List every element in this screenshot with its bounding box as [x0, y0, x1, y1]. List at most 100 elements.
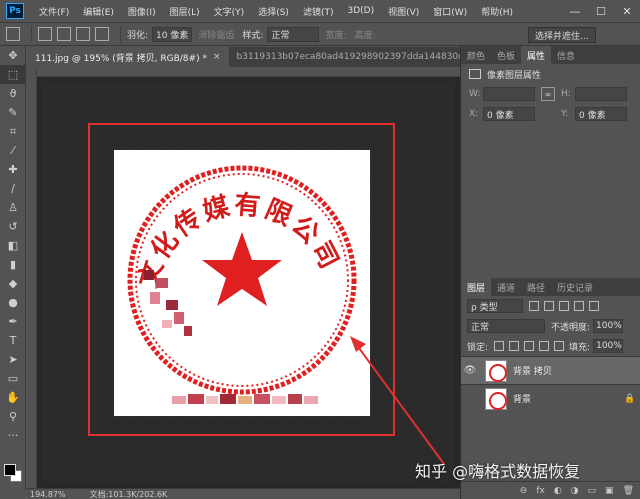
- eyedropper-tool-icon[interactable]: ⁄: [0, 141, 26, 160]
- marquee-tool-icon[interactable]: [6, 27, 20, 41]
- new-layer-icon[interactable]: ▣: [605, 486, 614, 496]
- tab-properties[interactable]: 属性: [521, 46, 552, 64]
- layer-name[interactable]: 背景: [513, 392, 624, 405]
- new-selection-icon[interactable]: [38, 27, 52, 41]
- gradient-tool-icon[interactable]: ▮: [0, 255, 26, 274]
- menu-3d[interactable]: 3D(D): [340, 6, 381, 16]
- menu-image[interactable]: 图像(I): [121, 5, 163, 18]
- move-tool-icon[interactable]: ✥: [0, 46, 26, 65]
- fx-icon[interactable]: fx: [536, 486, 545, 496]
- layer-name[interactable]: 背景 拷贝: [513, 364, 624, 377]
- fill-input[interactable]: 100%: [593, 339, 624, 353]
- lock-label: 锁定:: [467, 342, 489, 353]
- style-select[interactable]: 正常: [267, 26, 320, 42]
- type-tool-icon[interactable]: T: [0, 331, 26, 350]
- menu-file[interactable]: 文件(F): [32, 5, 76, 18]
- minimize-button[interactable]: —: [562, 0, 588, 22]
- menu-layer[interactable]: 图层(L): [163, 5, 207, 18]
- tab-swatches[interactable]: 色板: [491, 46, 521, 64]
- menu-select[interactable]: 选择(S): [251, 5, 296, 18]
- filter-adjust-icon[interactable]: [544, 301, 554, 311]
- ruler-vertical[interactable]: [27, 67, 37, 488]
- close-button[interactable]: ✕: [614, 0, 640, 22]
- rectangle-tool-icon[interactable]: ▭: [0, 369, 26, 388]
- eraser-tool-icon[interactable]: ◧: [0, 236, 26, 255]
- lock-all-icon[interactable]: [554, 341, 565, 351]
- divider: [31, 26, 32, 42]
- hand-tool-icon[interactable]: ✋: [0, 388, 26, 407]
- zoom-level[interactable]: 194.87%: [30, 490, 66, 499]
- link-layers-icon[interactable]: ⊖: [520, 486, 528, 496]
- lasso-tool-icon[interactable]: ϑ: [0, 84, 26, 103]
- layer-item[interactable]: 背景 🔒: [461, 384, 640, 412]
- clone-stamp-tool-icon[interactable]: ♙: [0, 198, 26, 217]
- y-field[interactable]: 0 像素: [575, 107, 627, 121]
- visibility-eye-icon[interactable]: 👁: [461, 365, 479, 376]
- watermark: 知乎 @嗨格式数据恢复: [415, 462, 581, 481]
- tab-color[interactable]: 颜色: [461, 46, 491, 64]
- adjustment-icon[interactable]: ◑: [571, 486, 579, 496]
- menu-window[interactable]: 窗口(W): [426, 5, 474, 18]
- menu-edit[interactable]: 编辑(E): [76, 5, 121, 18]
- blend-mode-select[interactable]: 正常: [467, 319, 545, 333]
- blur-tool-icon[interactable]: ◆: [0, 274, 26, 293]
- tab-info[interactable]: 信息: [551, 46, 581, 64]
- lock-move-icon[interactable]: [524, 341, 535, 351]
- menu-type[interactable]: 文字(Y): [207, 5, 252, 18]
- properties-header: 像素图层属性: [461, 64, 640, 84]
- history-brush-tool-icon[interactable]: ↺: [0, 217, 26, 236]
- path-select-tool-icon[interactable]: ➤: [0, 350, 26, 369]
- w-label: W:: [469, 89, 481, 99]
- subtract-selection-icon[interactable]: [76, 27, 90, 41]
- dodge-tool-icon[interactable]: ●: [0, 293, 26, 312]
- height-field[interactable]: [575, 87, 627, 101]
- right-panels: 颜色 色板 属性 信息 像素图层属性 W: ∞ H: X: 0 像素 Y: 0 …: [460, 46, 640, 499]
- fill-label: 填充:: [569, 342, 591, 353]
- zoom-tool-icon[interactable]: ⚲: [0, 407, 26, 426]
- antialias-checkbox[interactable]: 消除锯齿: [198, 28, 234, 41]
- link-icon[interactable]: ∞: [541, 87, 555, 101]
- close-tab-icon[interactable]: ×: [213, 52, 221, 62]
- healing-brush-tool-icon[interactable]: ✚: [0, 160, 26, 179]
- x-field[interactable]: 0 像素: [483, 107, 535, 121]
- filter-pixel-icon[interactable]: [529, 301, 539, 311]
- brush-tool-icon[interactable]: ∕: [0, 179, 26, 198]
- filter-shape-icon[interactable]: [574, 301, 584, 311]
- crop-tool-icon[interactable]: ⌗: [0, 122, 26, 141]
- tab-paths[interactable]: 路径: [521, 278, 551, 296]
- group-icon[interactable]: ▭: [588, 486, 597, 496]
- foreground-color-swatch[interactable]: [4, 464, 16, 476]
- maximize-button[interactable]: ☐: [588, 0, 614, 22]
- add-selection-icon[interactable]: [57, 27, 71, 41]
- layer-filter-select[interactable]: ρ 类型: [467, 299, 523, 313]
- intersect-selection-icon[interactable]: [95, 27, 109, 41]
- properties-pos-row: X: 0 像素 Y: 0 像素: [461, 104, 640, 124]
- menu-filter[interactable]: 滤镜(T): [296, 5, 341, 18]
- quick-select-tool-icon[interactable]: ✎: [0, 103, 26, 122]
- tab-channels[interactable]: 通道: [491, 278, 521, 296]
- doc-tab-111[interactable]: 111.jpg @ 195% (背景 拷贝, RGB/8#) * ×: [27, 47, 229, 67]
- width-field[interactable]: [483, 87, 535, 101]
- lock-paint-icon[interactable]: [509, 341, 520, 351]
- more-tools-icon[interactable]: ···: [0, 426, 26, 445]
- filter-type-icon[interactable]: [559, 301, 569, 311]
- lock-artboard-icon[interactable]: [539, 341, 550, 351]
- mask-icon[interactable]: ◐: [554, 486, 562, 496]
- filter-smart-icon[interactable]: [589, 301, 599, 311]
- pen-tool-icon[interactable]: ✒: [0, 312, 26, 331]
- opacity-input[interactable]: 100%: [593, 319, 624, 333]
- marquee-tool-icon[interactable]: ⬚: [0, 65, 26, 84]
- tab-history[interactable]: 历史记录: [551, 278, 599, 296]
- select-and-mask-button[interactable]: 选择并遮住...: [528, 27, 596, 43]
- doc-tab-label: b3119313b07eca80ad419298902397dda144830d…: [236, 52, 481, 62]
- menu-view[interactable]: 视图(V): [381, 5, 426, 18]
- menu-help[interactable]: 帮助(H): [474, 5, 520, 18]
- lock-pixels-icon[interactable]: [494, 341, 505, 351]
- doc-size: 文档:101.3K/202.6K: [89, 489, 168, 499]
- feather-input[interactable]: 10 像素: [152, 26, 193, 42]
- tab-layers[interactable]: 图层: [461, 278, 492, 296]
- ruler-horizontal[interactable]: [27, 67, 460, 77]
- doc-tab-b311[interactable]: b3119313b07eca80ad419298902397dda144830d…: [229, 47, 489, 67]
- layer-item[interactable]: 👁 背景 拷贝: [461, 356, 640, 384]
- trash-icon[interactable]: 🗑: [623, 486, 634, 496]
